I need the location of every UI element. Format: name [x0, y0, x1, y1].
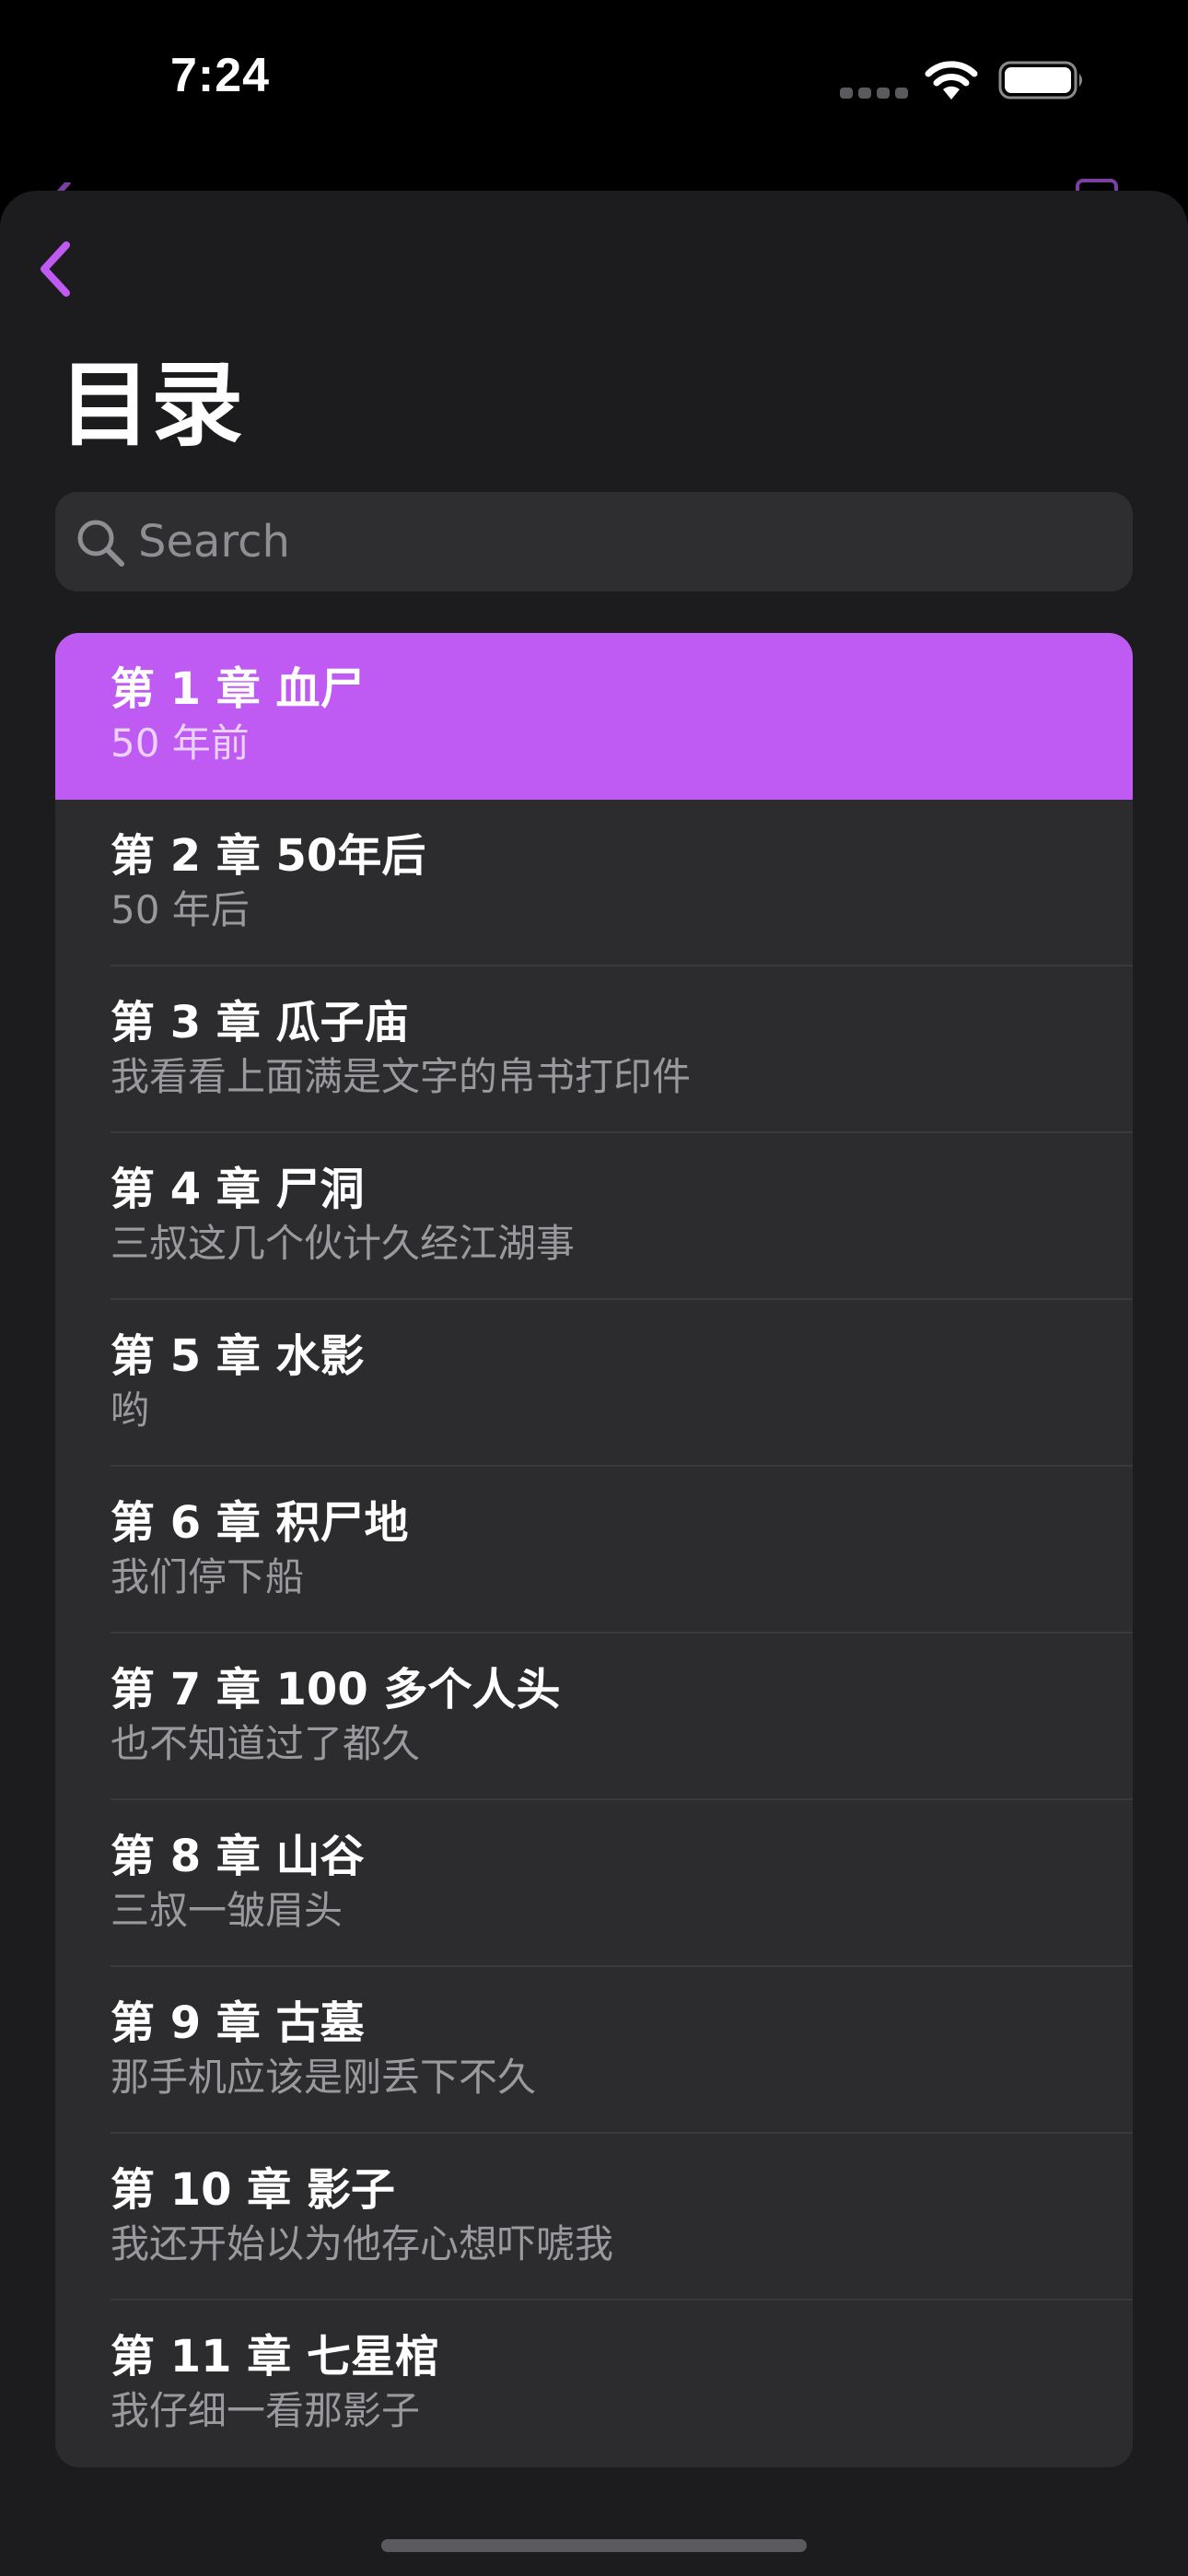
battery-icon — [998, 61, 1082, 100]
chapter-subtitle: 50 年前 — [111, 720, 250, 766]
chapter-list: 第 1 章 血尸 50 年前第 2 章 50年后 50 年后第 3 章 瓜子庙我看看… — [55, 633, 1133, 2467]
status-bar: 7:24 — [0, 0, 1188, 175]
chapter-title: 第 7 章 100 多个人头 — [111, 1664, 561, 1715]
chapter-item[interactable]: 第 3 章 瓜子庙我看看上面满是文字的帛书打印件 — [55, 966, 1133, 1133]
chapter-title: 第 5 章 水影 — [111, 1330, 365, 1382]
chapter-title: 第 8 章 山谷 — [111, 1831, 365, 1882]
magnifying-glass-icon — [77, 520, 124, 567]
chapter-item[interactable]: 第 10 章 影子我还开始以为他存心想吓唬我 — [55, 2134, 1133, 2301]
chapter-item[interactable]: 第 1 章 血尸 50 年前 — [55, 633, 1133, 800]
chapter-subtitle: 我看看上面满是文字的帛书打印件 — [111, 1054, 692, 1099]
chapter-subtitle: 50 年后 — [111, 887, 250, 932]
chapter-item[interactable]: 第 2 章 50年后 50 年后 — [55, 800, 1133, 966]
back-button[interactable] — [28, 232, 83, 306]
chapter-subtitle: 我仔细一看那影子 — [111, 2388, 421, 2433]
status-time: 7:24 — [170, 49, 271, 102]
chapter-subtitle: 哟 — [111, 1388, 150, 1433]
page-title: 目录 — [59, 351, 243, 459]
chapter-item[interactable]: 第 6 章 积尸地我们停下船 — [55, 1467, 1133, 1633]
search-input[interactable] — [138, 492, 1114, 591]
cellular-signal-icon — [840, 85, 914, 102]
chapter-title: 第 1 章 血尸 — [111, 663, 365, 715]
chapter-title: 第 2 章 50年后 — [111, 830, 426, 882]
chapter-item[interactable]: 第 11 章 七星棺我仔细一看那影子 — [55, 2301, 1133, 2467]
chapter-title: 第 6 章 积尸地 — [111, 1497, 409, 1549]
chapter-subtitle: 三叔这几个伙计久经江湖事 — [111, 1221, 576, 1266]
chapter-item[interactable]: 第 4 章 尸洞三叔这几个伙计久经江湖事 — [55, 1133, 1133, 1300]
chapter-subtitle: 也不知道过了都久 — [111, 1721, 421, 1766]
search-field[interactable] — [55, 492, 1133, 591]
chapter-subtitle: 三叔一皱眉头 — [111, 1888, 344, 1933]
chapter-subtitle: 那手机应该是刚丢下不久 — [111, 2055, 537, 2100]
chapter-title: 第 10 章 影子 — [111, 2164, 395, 2216]
chapter-item[interactable]: 第 5 章 水影哟 — [55, 1300, 1133, 1467]
home-indicator — [381, 2539, 807, 2552]
dynamic-island — [419, 31, 769, 131]
chapter-item[interactable]: 第 7 章 100 多个人头也不知道过了都久 — [55, 1633, 1133, 1800]
chapter-title: 第 4 章 尸洞 — [111, 1164, 365, 1215]
chapter-title: 第 3 章 瓜子庙 — [111, 997, 409, 1048]
chapter-subtitle: 我们停下船 — [111, 1554, 305, 1599]
chapter-title: 第 9 章 古墓 — [111, 1997, 365, 2049]
chapter-item[interactable]: 第 8 章 山谷三叔一皱眉头 — [55, 1800, 1133, 1967]
chevron-left-icon — [41, 241, 70, 297]
chapter-item[interactable]: 第 9 章 古墓那手机应该是刚丢下不久 — [55, 1967, 1133, 2134]
chapter-title: 第 11 章 七星棺 — [111, 2331, 439, 2383]
wifi-icon — [925, 61, 978, 100]
chapter-subtitle: 我还开始以为他存心想吓唬我 — [111, 2221, 614, 2266]
